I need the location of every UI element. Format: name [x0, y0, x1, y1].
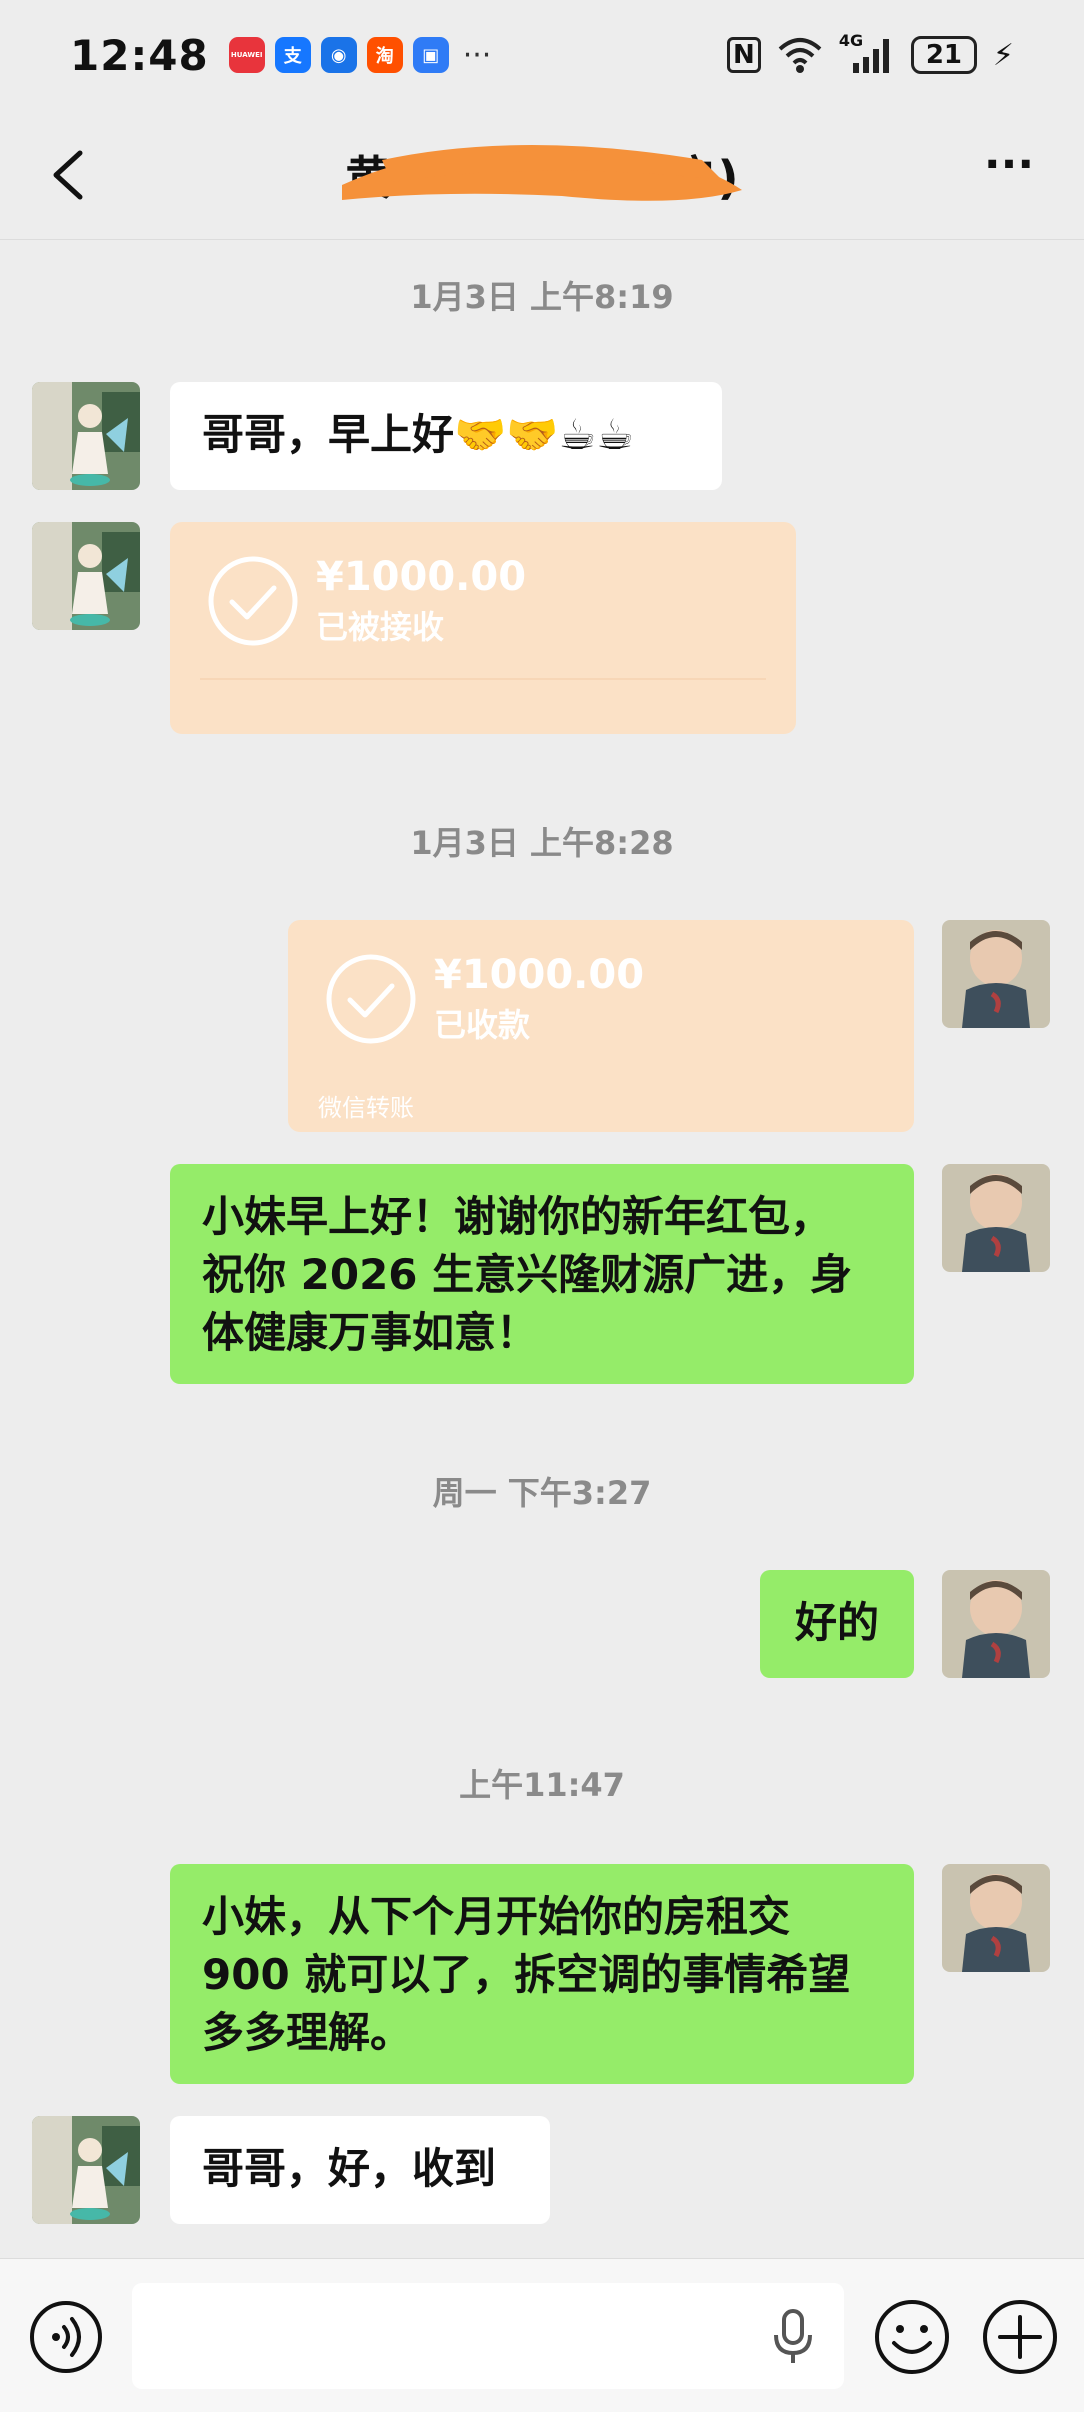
plus-icon[interactable] — [980, 2297, 1060, 2377]
more-options-button[interactable]: ··· — [974, 143, 1044, 200]
more-notifications-icon: ··· — [462, 37, 492, 73]
back-arrow-icon[interactable] — [40, 145, 100, 205]
my-avatar[interactable] — [942, 1864, 1050, 1972]
avatar-image — [32, 2116, 140, 2224]
emoji-icon[interactable] — [872, 2297, 952, 2377]
notification-icons: HUAWEI 支 ◉ 淘 ▣ — [228, 37, 449, 73]
battery-indicator: 21 — [910, 36, 977, 74]
contact-avatar[interactable] — [32, 522, 140, 630]
timestamp: 周一 下午3:27 — [432, 1474, 652, 1512]
contact-avatar[interactable] — [32, 382, 140, 490]
transfer-amount: ¥1000.00 — [434, 952, 645, 998]
check-circle-icon — [326, 954, 416, 1044]
message-bubble[interactable]: 小妹，从下个月开始你的房租交 900 就可以了，拆空调的事情希望 多多理解。 — [170, 1864, 914, 2084]
message-line: 900 就可以了，拆空调的事情希望 — [202, 1950, 851, 1999]
status-right: N 4G 21 ⚡ — [726, 31, 1014, 75]
app-icon-2: ▣ — [412, 37, 449, 73]
transfer-card[interactable]: ¥1000.00 已被接收 — [170, 522, 796, 734]
input-bar — [0, 2258, 1084, 2412]
avatar-image — [942, 1570, 1050, 1678]
nfc-icon: N — [726, 37, 761, 73]
check-circle-icon — [208, 556, 298, 646]
huawei-app-icon: HUAWEI — [228, 37, 265, 73]
transfer-divider — [200, 678, 766, 680]
chat-title: 黄户) — [322, 130, 762, 220]
message-bubble[interactable]: 哥哥，早上好🤝🤝☕☕ — [170, 382, 722, 490]
transfer-card[interactable]: ¥1000.00 已收款 微信转账 — [288, 920, 914, 1132]
my-avatar[interactable] — [942, 1570, 1050, 1678]
wifi-icon — [778, 38, 822, 73]
transfer-status: 已被接收 — [316, 608, 445, 646]
redaction-scribble — [342, 144, 742, 201]
taobao-icon: 淘 — [366, 37, 403, 73]
charging-icon: ⚡ — [992, 37, 1014, 73]
message-bubble[interactable]: 小妹早上好！谢谢你的新年红包， 祝你 2026 生意兴隆财源广进，身 体健康万事… — [170, 1164, 914, 1384]
avatar-image — [942, 1164, 1050, 1272]
message-line: 小妹早上好！谢谢你的新年红包， — [202, 1192, 833, 1241]
avatar-image — [942, 920, 1050, 1028]
transfer-status: 已收款 — [434, 1006, 531, 1044]
microphone-icon[interactable] — [768, 2309, 818, 2365]
transfer-footer: 微信转账 — [318, 1094, 414, 1122]
message-line: 体健康万事如意！ — [202, 1308, 539, 1357]
message-line: 祝你 2026 生意兴隆财源广进，身 — [202, 1250, 853, 1299]
message-input[interactable] — [132, 2283, 844, 2389]
contact-avatar[interactable] — [32, 2116, 140, 2224]
my-avatar[interactable] — [942, 1164, 1050, 1272]
timestamp: 1月3日 上午8:28 — [410, 824, 674, 862]
avatar-image — [942, 1864, 1050, 1972]
alipay-icon: 支 — [274, 37, 311, 73]
message-line: 小妹，从下个月开始你的房租交 — [202, 1892, 791, 1941]
transfer-amount: ¥1000.00 — [316, 554, 527, 600]
my-avatar[interactable] — [942, 920, 1050, 1028]
timestamp: 上午11:47 — [459, 1766, 625, 1804]
chat-header: 黄户) ··· — [0, 110, 1084, 240]
avatar-image — [32, 382, 140, 490]
timestamp: 1月3日 上午8:19 — [410, 278, 674, 316]
voice-icon[interactable] — [28, 2299, 104, 2375]
app-icon: ◉ — [320, 37, 357, 73]
message-line: 多多理解。 — [202, 2008, 413, 2057]
avatar-image — [32, 522, 140, 630]
status-bar: 12:48 HUAWEI 支 ◉ 淘 ▣ ··· N 4G 21 ⚡ — [0, 0, 1084, 110]
status-time: 12:48 — [70, 30, 209, 80]
signal-icon: 4G — [839, 31, 895, 75]
message-bubble[interactable]: 好的 — [760, 1570, 914, 1678]
message-bubble[interactable]: 哥哥，好，收到 — [170, 2116, 550, 2224]
